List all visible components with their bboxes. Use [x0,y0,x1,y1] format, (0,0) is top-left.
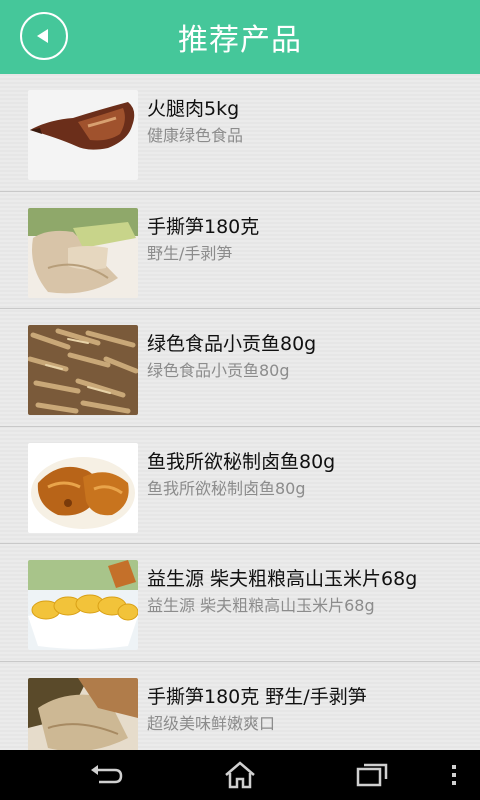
back-arrow-icon [37,29,48,43]
list-item[interactable]: 鱼我所欲秘制卤鱼80g 鱼我所欲秘制卤鱼80g [0,427,480,544]
bamboo-shoot-image-2 [28,677,138,750]
product-desc: 健康绿色食品 [147,126,244,145]
back-button[interactable] [20,12,68,60]
product-desc: 鱼我所欲秘制卤鱼80g [147,478,306,498]
product-name: 手撕笋180克 野生/手剥笋 [147,685,367,708]
braised-fish-image [28,442,138,533]
overflow-menu-button[interactable] [446,760,462,790]
nav-home-button[interactable] [220,760,260,790]
list-item[interactable]: 火腿肉5kg 健康绿色食品 [0,74,480,192]
header-bar: 推荐产品 [0,0,480,74]
system-nav-bar [0,750,480,800]
overflow-menu-icon [452,765,456,785]
ham-image [28,90,138,180]
list-item[interactable]: 益生源 柴夫粗粮高山玉米片68g 益生源 柴夫粗粮高山玉米片68g [0,544,480,662]
product-desc: 绿色食品小贡鱼80g [147,361,290,380]
product-desc: 超级美味鲜嫩爽口 [147,713,276,733]
page-title: 推荐产品 [178,23,302,58]
product-name: 绿色食品小贡鱼80g [147,333,317,355]
list-item[interactable]: 绿色食品小贡鱼80g 绿色食品小贡鱼80g [0,309,480,427]
product-name: 火腿肉5kg [147,98,240,120]
bamboo-shoot-image [28,207,138,298]
product-desc: 益生源 柴夫粗粮高山玉米片68g [147,596,375,615]
product-list[interactable]: 火腿肉5kg 健康绿色食品 手撕笋180克 野生/手剥笋 绿色食品小贡鱼80g … [0,74,480,750]
nav-recent-button[interactable] [352,760,392,790]
home-icon [225,761,255,789]
list-item[interactable]: 手撕笋180克 野生/手剥笋 [0,192,480,309]
list-item[interactable]: 手撕笋180克 野生/手剥笋 超级美味鲜嫩爽口 [0,662,480,750]
product-name: 手撕笋180克 [147,215,260,238]
product-desc: 野生/手剥笋 [147,243,233,263]
nav-back-button[interactable] [86,760,126,790]
product-name: 益生源 柴夫粗粮高山玉米片68g [147,568,418,590]
recent-apps-icon [356,763,388,787]
corn-chips-image [28,560,138,650]
product-name: 鱼我所欲秘制卤鱼80g [147,450,336,473]
small-fish-image [28,325,138,415]
nav-back-icon [91,765,123,784]
